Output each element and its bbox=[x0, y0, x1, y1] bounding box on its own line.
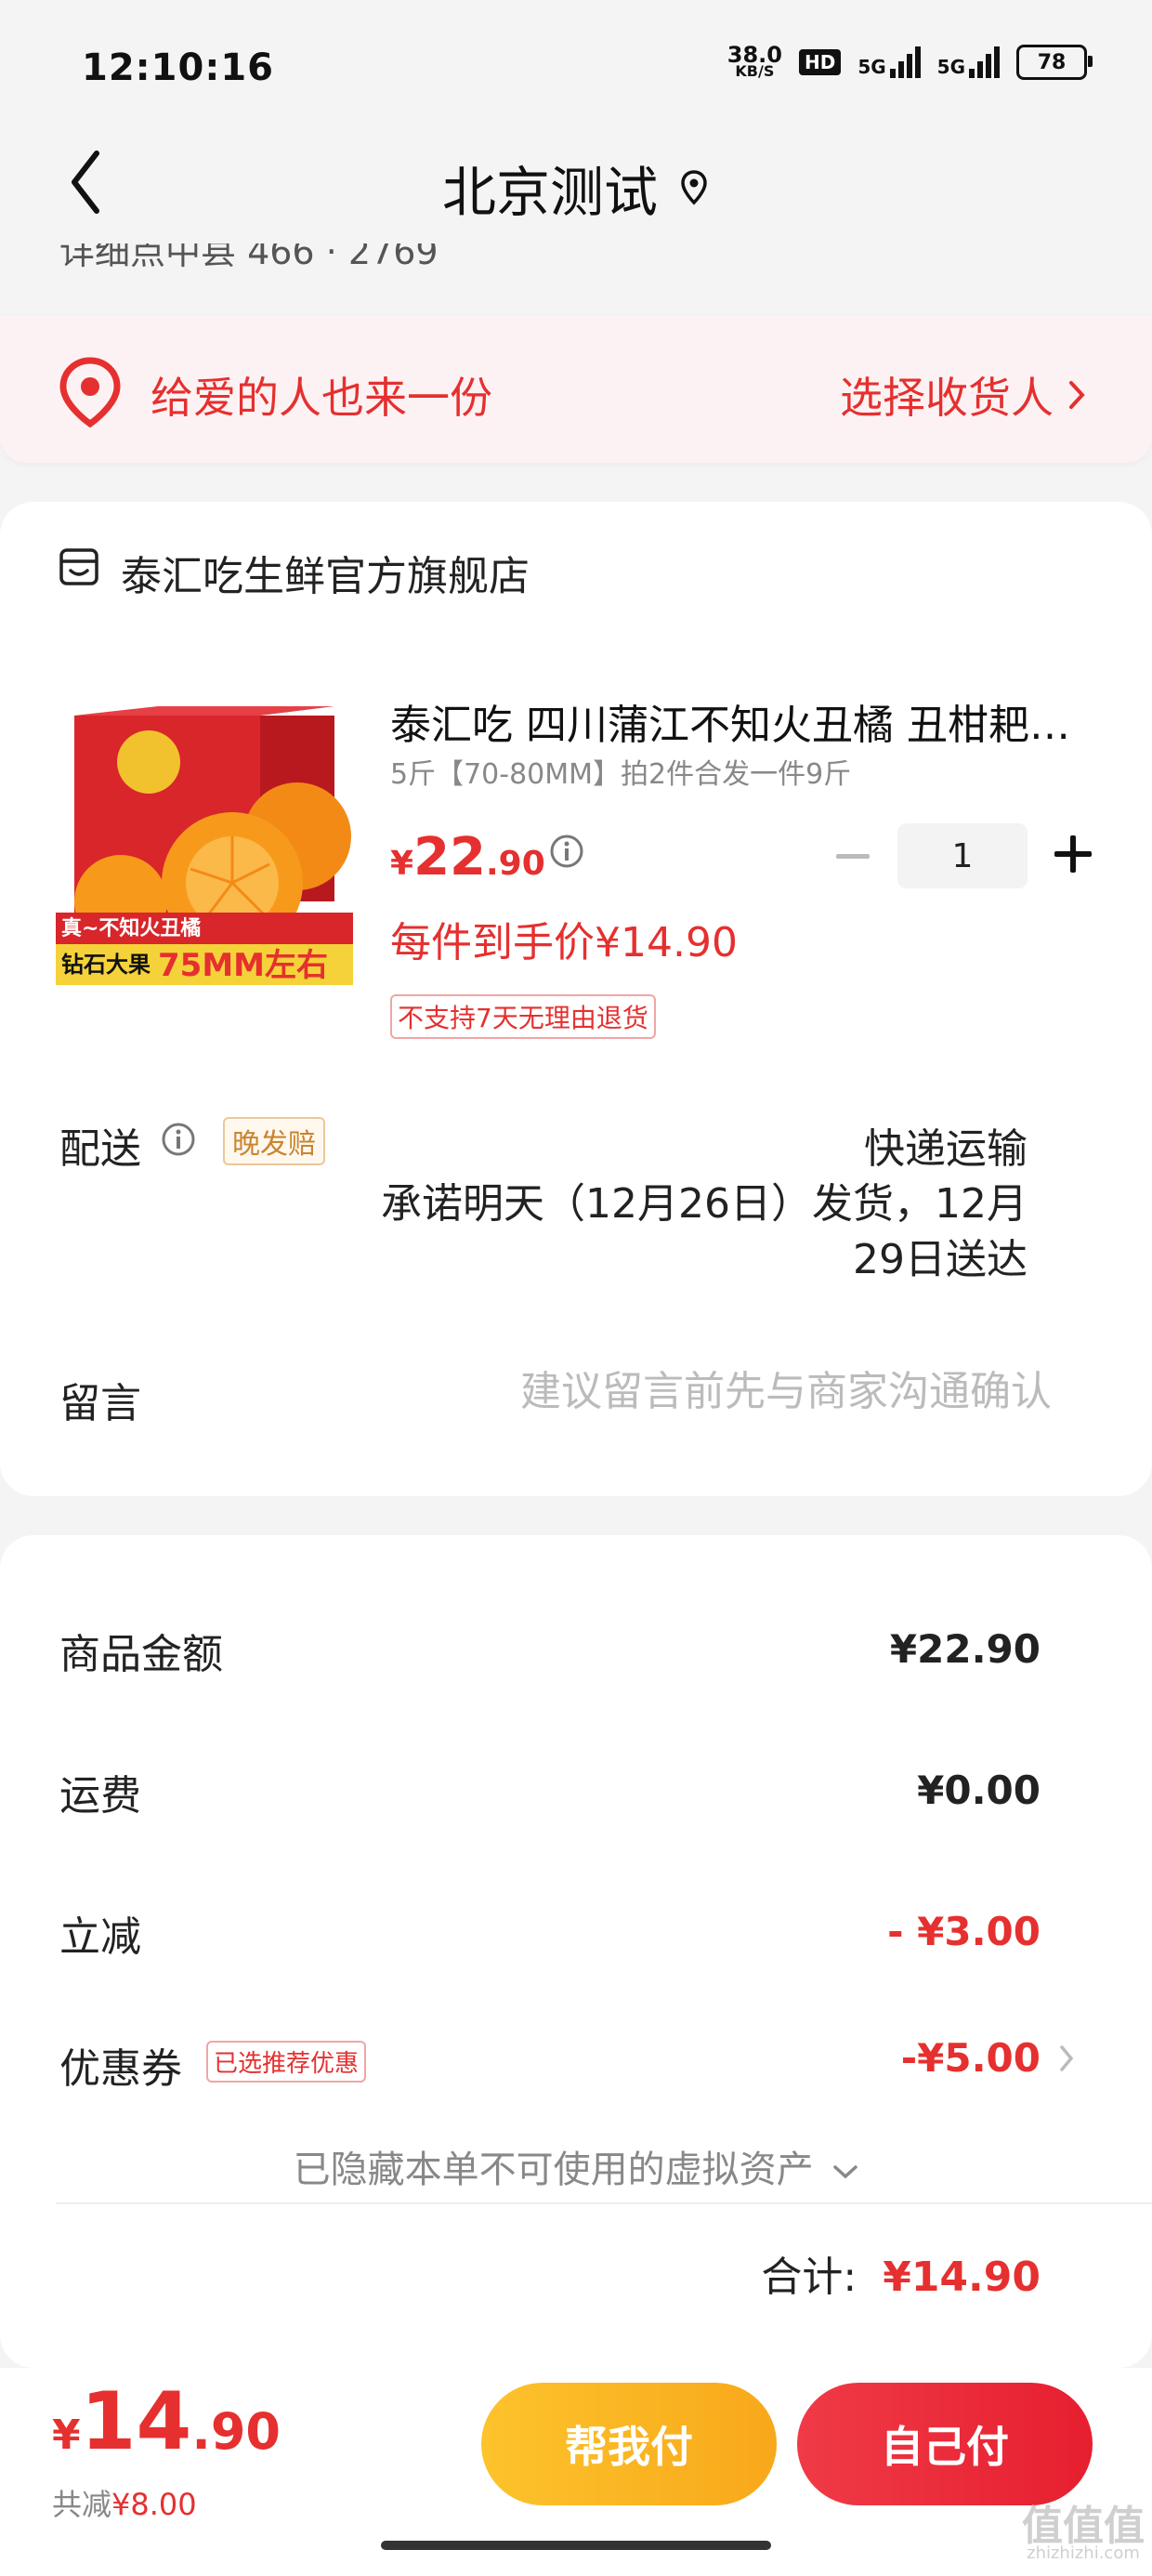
chevron-right-icon bbox=[1060, 2044, 1074, 2071]
home-indicator[interactable] bbox=[381, 2541, 771, 2550]
svg-text:75MM左右: 75MM左右 bbox=[158, 947, 328, 984]
store-name[interactable]: 泰汇吃生鲜官方旗舰店 bbox=[121, 543, 530, 602]
location-pin-icon bbox=[58, 357, 123, 431]
instant-discount-value: - ¥3.00 bbox=[887, 1909, 1041, 1954]
divider bbox=[56, 2202, 1152, 2204]
price-info-icon[interactable] bbox=[548, 833, 585, 874]
coupon-value: -¥5.00 bbox=[900, 2035, 1041, 2081]
unit-final-price: 每件到手价¥14.90 bbox=[390, 919, 738, 966]
product-title[interactable]: 泰汇吃 四川蒲江不知火丑橘 丑柑耙耙柑 bbox=[390, 691, 1096, 751]
svg-text:真~不知火丑橘: 真~不知火丑橘 bbox=[61, 916, 201, 940]
minus-icon bbox=[836, 854, 870, 859]
signal-5g-2-icon: 5G bbox=[937, 46, 1000, 78]
battery-icon: 78 bbox=[1016, 45, 1093, 80]
status-time: 12:10:16 bbox=[82, 46, 274, 89]
message-input[interactable] bbox=[420, 1368, 1052, 1415]
page-title: 北京测试 bbox=[0, 149, 1152, 227]
chevron-down-icon bbox=[833, 2165, 858, 2179]
store-icon bbox=[58, 546, 100, 593]
chevron-right-icon bbox=[1069, 381, 1085, 409]
status-icons: 38.0 KB/S HD 5G 5G 78 bbox=[727, 42, 1093, 80]
quantity-increase-button[interactable] bbox=[1050, 831, 1096, 877]
svg-text:钻石大果: 钻石大果 bbox=[61, 952, 151, 978]
freight-label: 运费 bbox=[59, 1772, 141, 1820]
watermark-logo: 值值值 zhizhizhi.com bbox=[1022, 2503, 1145, 2563]
order-total: 合计: ¥14.90 bbox=[761, 2254, 1041, 2301]
network-speed: 38.0 KB/S bbox=[727, 42, 782, 80]
address-partial-text: 详细点中县 466 · 2769 bbox=[59, 243, 439, 269]
select-recipient-link[interactable]: 选择收货人 bbox=[840, 364, 1085, 426]
instant-discount-label: 立减 bbox=[59, 1913, 141, 1961]
help-me-pay-button[interactable]: 帮我付 bbox=[481, 2383, 777, 2505]
coupon-recommended-badge: 已选推荐优惠 bbox=[206, 2041, 367, 2083]
freight-value: ¥0.00 bbox=[917, 1768, 1041, 1813]
delivery-info-icon[interactable] bbox=[160, 1121, 197, 1162]
total-saved: 共减¥8.00 bbox=[52, 2487, 197, 2522]
chevron-left-icon bbox=[72, 151, 99, 214]
gift-banner-text: 给爱的人也来一份 bbox=[151, 373, 492, 423]
signal-5g-icon: 5G bbox=[857, 46, 921, 78]
checkout-total-price: ¥ 14 .90 bbox=[52, 2375, 281, 2468]
goods-amount-label: 商品金额 bbox=[59, 1631, 223, 1678]
hidden-assets-toggle[interactable]: 已隐藏本单不可使用的虚拟资产 bbox=[0, 2139, 1152, 2193]
coupon-selector[interactable]: -¥5.00 bbox=[901, 2035, 1074, 2081]
message-label: 留言 bbox=[59, 1380, 141, 1427]
goods-amount-value: ¥22.90 bbox=[889, 1626, 1041, 1672]
product-spec[interactable]: 5斤【70-80MM】拍2件合发一件9斤 bbox=[390, 751, 851, 792]
delivery-method: 快递运输 bbox=[864, 1125, 1028, 1173]
coupon-label: 优惠券 bbox=[59, 2045, 182, 2093]
no-return-badge: 不支持7天无理由退货 bbox=[390, 994, 656, 1039]
late-compensation-badge[interactable]: 晚发赔 bbox=[223, 1117, 325, 1165]
quantity-decrease-button[interactable] bbox=[832, 836, 873, 877]
delivery-promise: 承诺明天（12月26日）发货，12月29日送达 bbox=[381, 1180, 1028, 1283]
product-image[interactable]: 真~不知火丑橘 钻石大果 75MM左右 bbox=[56, 706, 353, 985]
back-button[interactable] bbox=[58, 149, 113, 216]
location-icon[interactable] bbox=[678, 169, 710, 206]
pay-myself-button[interactable]: 自己付 bbox=[797, 2383, 1093, 2505]
hd-icon: HD bbox=[798, 49, 842, 75]
product-price: ¥ 22 .90 bbox=[390, 827, 545, 887]
delivery-label: 配送 bbox=[59, 1125, 141, 1173]
plus-icon bbox=[1054, 835, 1092, 873]
quantity-input[interactable]: 1 bbox=[897, 823, 1028, 888]
